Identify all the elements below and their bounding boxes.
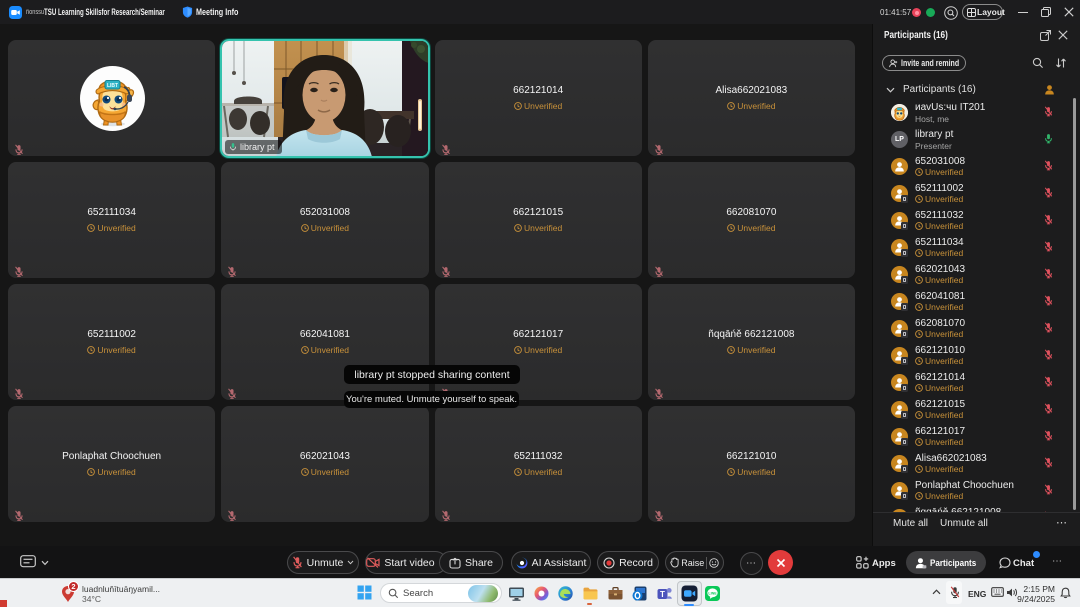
svg-text:LIBT: LIBT [107, 83, 118, 89]
svg-text:T: T [660, 590, 665, 599]
svg-text:LINE: LINE [708, 592, 717, 596]
